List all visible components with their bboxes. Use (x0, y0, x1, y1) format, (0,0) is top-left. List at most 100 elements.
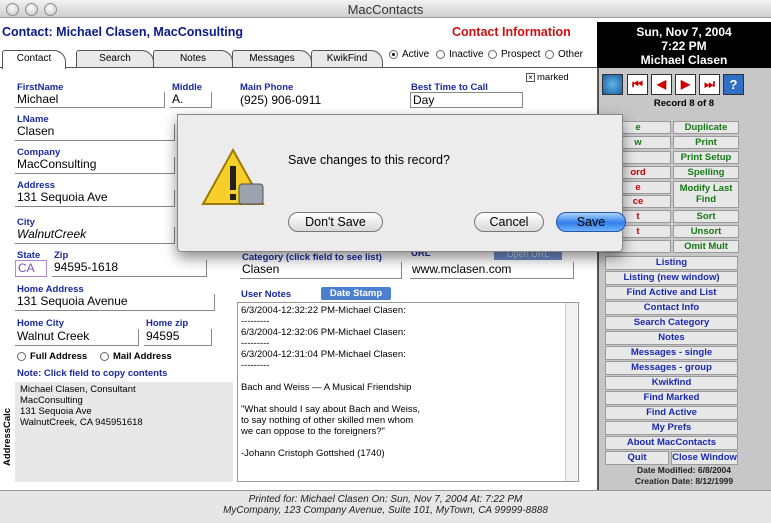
mail-address-radio[interactable]: Mail Address (100, 351, 172, 362)
print-footer: Printed for: Michael Clasen On: Sun, Nov… (0, 490, 771, 523)
close-window-button[interactable]: Close Window (671, 451, 738, 465)
best-time-field[interactable]: Day (410, 92, 523, 108)
address-calc-label: AddressCalc (2, 407, 13, 466)
marked-label: marked (537, 72, 569, 83)
my-prefs-button[interactable]: My Prefs (605, 421, 738, 435)
last-record-icon[interactable]: ⏭ (699, 74, 720, 95)
messages-single-button[interactable]: Messages - single (605, 346, 738, 360)
radio-label: Active (402, 49, 430, 60)
tab-kwikfind[interactable]: KwikFind (311, 50, 383, 67)
date-stamp-button[interactable]: Date Stamp (321, 287, 391, 300)
radio-icon (17, 352, 26, 361)
main-phone-label: Main Phone (240, 82, 294, 93)
status-other-radio[interactable]: Other (545, 49, 583, 60)
address-line: 131 Sequoia Ave (20, 406, 92, 417)
radio-label: Prospect (501, 49, 541, 60)
kwikfind-button[interactable]: Kwikfind (605, 376, 738, 390)
notes-scrollbar[interactable] (565, 303, 578, 481)
status-inactive-radio[interactable]: Inactive (436, 49, 483, 60)
current-user: Michael Clasen (640, 53, 728, 67)
messages-group-button[interactable]: Messages - group (605, 361, 738, 375)
radio-label: Inactive (449, 49, 484, 60)
find-marked-button[interactable]: Find Marked (605, 391, 738, 405)
contact-info-button[interactable]: Contact Info (605, 301, 738, 315)
dialog-message: Save changes to this record? (288, 153, 450, 167)
status-active-radio[interactable]: Active (389, 49, 429, 60)
tab-messages[interactable]: Messages (232, 50, 312, 67)
address-line: Michael Clasen, Consultant (20, 384, 136, 395)
warning-icon (201, 146, 265, 210)
creation-date: Creation Date: 8/12/1999 (634, 476, 734, 486)
radio-icon (488, 50, 497, 59)
address-line: MacConsulting (20, 395, 83, 406)
dont-save-button[interactable]: Don't Save (288, 212, 383, 232)
zip-field[interactable]: 94595-1618 (52, 260, 207, 277)
radio-icon (100, 352, 109, 361)
print-setup-button[interactable]: Print Setup (673, 151, 739, 164)
first-record-icon[interactable]: ⏮ (627, 74, 648, 95)
print-button[interactable]: Print (673, 136, 739, 149)
radio-icon (545, 50, 554, 59)
prev-record-icon[interactable]: ◀ (651, 74, 672, 95)
contact-header: Contact: Michael Clasen, MacConsulting (2, 25, 244, 39)
unsort-button[interactable]: Unsort (673, 225, 739, 238)
duplicate-button[interactable]: Duplicate (673, 121, 739, 134)
omit-mult-button[interactable]: Omit Mult (673, 240, 739, 253)
radio-selected-icon (389, 50, 398, 59)
radio-label: Other (558, 49, 584, 60)
state-field[interactable]: CA (15, 260, 47, 277)
address-calc-field[interactable]: Michael Clasen, Consultant MacConsulting… (15, 382, 233, 482)
address-line: WalnutCreek, CA 945951618 (20, 417, 143, 428)
main-phone-field[interactable]: (925) 906-0911 (240, 93, 321, 107)
spelling-button[interactable]: Spelling (673, 166, 739, 179)
quit-button[interactable]: Quit (605, 451, 669, 465)
tab-notes[interactable]: Notes (153, 50, 233, 67)
full-address-radio[interactable]: Full Address (17, 351, 87, 362)
radio-label: Mail Address (113, 351, 172, 362)
listing-button[interactable]: Listing (605, 256, 738, 270)
current-date: Sun, Nov 7, 2004 (636, 25, 732, 39)
company-field[interactable]: MacConsulting (15, 157, 175, 174)
user-notes-field[interactable]: 6/3/2004-12:32:22 PM-Michael Clasen: ---… (237, 302, 579, 482)
find-active-button[interactable]: Find Active (605, 406, 738, 420)
checkbox-checked-icon: × (526, 73, 535, 82)
save-button[interactable]: Save (556, 212, 626, 232)
tab-contact[interactable]: Contact (2, 50, 66, 69)
user-notes-label: User Notes (241, 289, 292, 300)
modify-last-find-button[interactable]: Modify Last Find (673, 181, 739, 208)
listing-new-window-button[interactable]: Listing (new window) (605, 271, 738, 285)
find-active-list-button[interactable]: Find Active and List (605, 286, 738, 300)
tab-search[interactable]: Search (76, 50, 154, 67)
city-field[interactable]: WalnutCreek (15, 227, 175, 244)
middle-field[interactable]: A. (170, 92, 212, 108)
lname-field[interactable]: Clasen (15, 124, 175, 141)
marked-checkbox[interactable]: × marked (526, 72, 569, 83)
help-icon[interactable]: ? (723, 74, 744, 95)
tab-divider (0, 67, 597, 68)
window-title: MacContacts (347, 2, 424, 17)
footer-line-2: MyCompany, 123 Company Avenue, Suite 101… (223, 505, 548, 516)
url-field[interactable]: www.mclasen.com (410, 262, 574, 279)
home-city-label: Home City (17, 318, 64, 329)
globe-icon[interactable] (602, 74, 623, 95)
category-field[interactable]: Clasen (240, 262, 402, 279)
address-field[interactable]: 131 Sequoia Ave (15, 190, 175, 207)
search-category-button[interactable]: Search Category (605, 316, 738, 330)
cancel-button[interactable]: Cancel (474, 212, 544, 232)
date-box: Sun, Nov 7, 2004 7:22 PM Michael Clasen (597, 22, 771, 68)
sort-button[interactable]: Sort (673, 210, 739, 223)
notes-button[interactable]: Notes (605, 331, 738, 345)
radio-icon (436, 50, 445, 59)
status-prospect-radio[interactable]: Prospect (488, 49, 540, 60)
home-zip-field[interactable]: 94595 (144, 329, 212, 346)
home-zip-label: Home zip (146, 318, 189, 329)
home-city-field[interactable]: Walnut Creek (15, 329, 139, 346)
current-time: 7:22 PM (661, 39, 707, 53)
record-counter: Record 8 of 8 (653, 98, 715, 109)
about-button[interactable]: About MacContacts (605, 436, 738, 450)
footer-line-1: Printed for: Michael Clasen On: Sun, Nov… (248, 494, 523, 505)
section-title: Contact Information (452, 25, 571, 39)
next-record-icon[interactable]: ▶ (675, 74, 696, 95)
home-address-field[interactable]: 131 Sequoia Avenue (15, 294, 215, 311)
firstname-field[interactable]: Michael (15, 92, 165, 108)
